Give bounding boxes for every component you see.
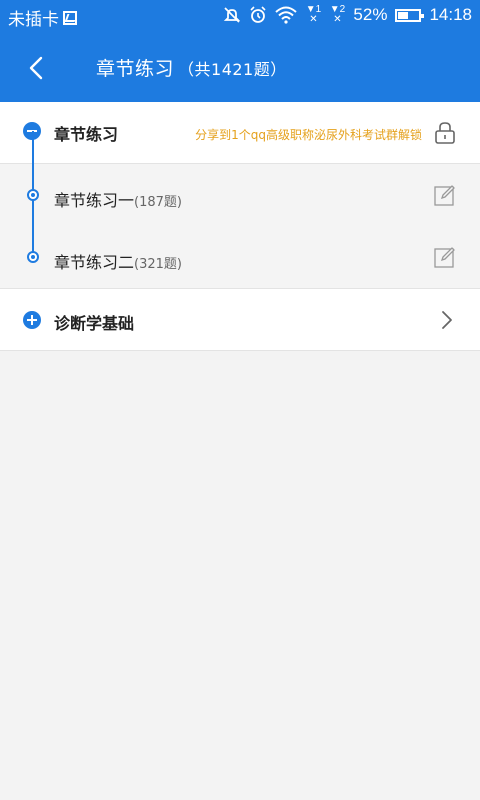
unlock-hint: 分享到1个qq高级职称泌尿外科考试群解锁 — [195, 128, 422, 142]
battery-percent: 52% — [353, 5, 388, 24]
timeline-dot — [27, 251, 39, 263]
expand-icon[interactable] — [23, 311, 41, 329]
page-title-text: 章节练习 — [96, 58, 175, 80]
alarm-icon — [250, 6, 266, 23]
chapter-header-2[interactable]: 诊断学基础 — [0, 289, 480, 351]
item-count: (187题) — [134, 195, 182, 210]
item-count: (321题) — [134, 257, 182, 272]
status-left: 未插卡 — [8, 5, 77, 30]
carrier-text: 未插卡 — [8, 10, 59, 29]
chapter-title: 章节练习 — [54, 125, 119, 144]
page-title-count: （共1421题） — [178, 60, 287, 79]
item-label: 章节练习一(187题) — [54, 187, 182, 211]
list-item[interactable]: 章节练习二(321题) — [0, 226, 480, 288]
silent-icon — [224, 7, 241, 23]
item-label: 章节练习二(321题) — [54, 249, 182, 273]
item-title: 章节练习二 — [54, 253, 135, 272]
item-title: 章节练习一 — [54, 191, 135, 210]
status-bar: 未插卡 ▼1 ✕ ▼2 ✕ 52% 14:18 — [0, 0, 480, 33]
chapter-title: 诊断学基础 — [54, 314, 135, 333]
battery-icon — [395, 8, 425, 22]
chapter-header-1[interactable]: 章节练习 分享到1个qq高级职称泌尿外科考试群解锁 — [0, 102, 480, 164]
clock: 14:18 — [429, 5, 472, 24]
sim1-signal-icon: ▼1 ✕ — [305, 4, 322, 25]
image-notification-icon — [63, 10, 77, 25]
chevron-left-icon[interactable] — [22, 53, 52, 83]
chevron-right-icon[interactable] — [440, 309, 454, 331]
timeline-dot — [27, 189, 39, 201]
lock-icon[interactable] — [434, 121, 456, 145]
app-bar: 章节练习 （共1421题） — [0, 33, 480, 102]
list-item[interactable]: 章节练习一(187题) — [0, 164, 480, 226]
status-right: ▼1 ✕ ▼2 ✕ 52% 14:18 — [215, 5, 472, 25]
edit-icon[interactable] — [434, 246, 456, 268]
edit-icon[interactable] — [434, 184, 456, 206]
wifi-icon — [275, 6, 298, 24]
sim2-signal-icon: ▼2 ✕ — [329, 4, 346, 25]
page-title: 章节练习 （共1421题） — [96, 54, 287, 81]
